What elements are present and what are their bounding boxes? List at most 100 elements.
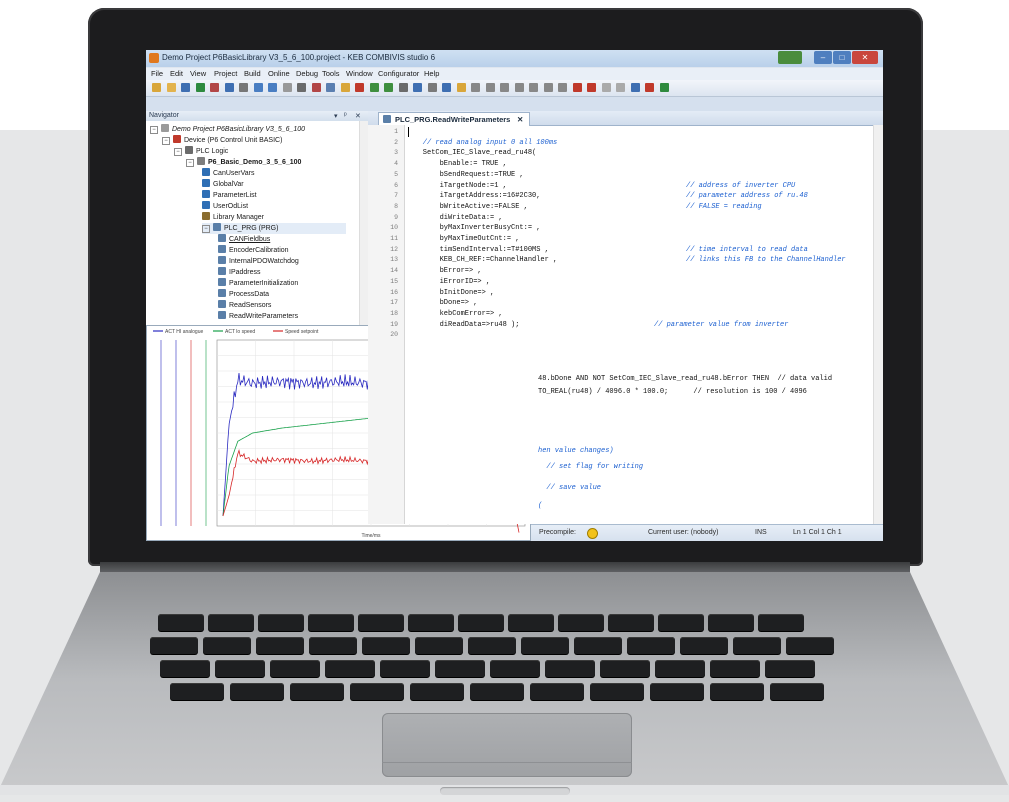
navigator-scrollbar[interactable]	[359, 121, 368, 325]
menu-window[interactable]: Window	[346, 69, 373, 78]
menu-help[interactable]: Help	[424, 69, 439, 78]
tree-item[interactable]: UserOdList	[202, 201, 248, 212]
legend-entry: ACT HI analogue	[165, 329, 203, 335]
tree-item[interactable]: InternalPDOWatchdog	[218, 256, 299, 267]
tree-item[interactable]: − Demo Project P6BasicLibrary V3_5_6_100	[150, 124, 305, 135]
code-editor: PLC_PRG.ReadWriteParameters ✕ 1234567891…	[368, 111, 883, 524]
stop-icon[interactable]	[398, 83, 408, 92]
keyboard-key	[458, 614, 504, 631]
menu-view[interactable]: View	[190, 69, 206, 78]
chart-icon[interactable]	[645, 83, 654, 92]
find-icon[interactable]	[311, 83, 321, 92]
tree-expand-icon[interactable]: −	[162, 137, 170, 145]
tree-item[interactable]: IPaddress	[218, 267, 261, 278]
minimize-button[interactable]: –	[814, 51, 832, 64]
tab-close-icon[interactable]: ✕	[517, 115, 523, 124]
tree-item[interactable]: − PLC Logic	[174, 146, 228, 157]
cursor-icon[interactable]	[529, 83, 538, 92]
current-user-label: Current user: (nobody)	[648, 529, 719, 536]
undo-icon[interactable]	[224, 83, 234, 92]
copy-icon[interactable]	[268, 83, 277, 92]
keyboard-key	[170, 683, 224, 700]
tree-expand-icon[interactable]: −	[174, 148, 182, 156]
save-icon[interactable]	[181, 83, 190, 92]
maximize-button[interactable]: □	[833, 51, 851, 64]
step-over-icon[interactable]	[485, 83, 495, 92]
gvl-icon	[202, 201, 210, 209]
prev-icon[interactable]	[558, 83, 567, 92]
menu-file[interactable]: File	[151, 69, 163, 78]
config-icon[interactable]	[659, 83, 669, 92]
error-icon[interactable]	[355, 83, 364, 92]
keyboard-key	[786, 637, 834, 654]
step-into-icon[interactable]	[500, 83, 509, 92]
editor-vertical-scrollbar[interactable]	[873, 125, 883, 524]
keyboard-key	[325, 660, 375, 677]
step-icon[interactable]	[384, 83, 393, 92]
tree-item[interactable]: ReadWriteParameters	[218, 311, 298, 322]
tree-item[interactable]: ParameterInitialization	[218, 278, 298, 289]
watch-icon[interactable]	[456, 83, 466, 92]
tree-item[interactable]: ParameterList	[202, 190, 257, 201]
force-icon[interactable]	[572, 83, 582, 92]
keyboard-key	[203, 637, 251, 654]
redo-icon[interactable]	[239, 83, 248, 92]
write-icon[interactable]	[587, 83, 596, 92]
save-all-icon[interactable]	[195, 83, 205, 92]
paste-icon[interactable]	[282, 83, 292, 92]
trackpad[interactable]	[382, 713, 632, 777]
tree-item[interactable]: Library Manager	[202, 212, 264, 223]
gvl-icon	[202, 168, 210, 176]
tab-plc-prg-readwriteparameters[interactable]: PLC_PRG.ReadWriteParameters ✕	[378, 112, 530, 126]
navigator-menu-button[interactable]: ▾	[334, 112, 338, 120]
close-button[interactable]: ✕	[852, 51, 878, 64]
tree-item[interactable]: EncoderCalibration	[218, 245, 289, 256]
delete-icon[interactable]	[297, 83, 306, 92]
navigator-close-button[interactable]: ✕	[355, 112, 361, 120]
line-number: 12	[390, 245, 398, 253]
run-icon[interactable]	[369, 83, 379, 92]
minimize-to-tray-button[interactable]	[778, 51, 802, 64]
tree-expand-icon[interactable]: −	[150, 126, 158, 134]
tree-item[interactable]: CanUserVars	[202, 168, 255, 179]
menu-tools[interactable]: Tools	[322, 69, 340, 78]
new-file-icon[interactable]	[152, 83, 161, 92]
line-number: 7	[394, 192, 398, 200]
print-icon[interactable]	[210, 83, 219, 92]
function-block-icon	[383, 115, 391, 123]
breakpoint-icon[interactable]	[471, 83, 480, 92]
replace-icon[interactable]	[326, 83, 335, 92]
build-icon[interactable]	[340, 83, 350, 92]
menu-online[interactable]: Online	[268, 69, 290, 78]
menu-edit[interactable]: Edit	[170, 69, 183, 78]
tree-expand-icon[interactable]: −	[186, 159, 194, 167]
menu-configurator[interactable]: Configurator	[378, 69, 419, 78]
keyboard-key	[574, 637, 622, 654]
next-icon[interactable]	[543, 83, 553, 92]
tree-item[interactable]: ProcessData	[218, 289, 269, 300]
unforce-icon[interactable]	[601, 83, 611, 92]
cut-icon[interactable]	[253, 83, 263, 92]
tree-item[interactable]: − P6_Basic_Demo_3_5_6_100	[186, 157, 301, 168]
tree-item[interactable]: − PLC_PRG (PRG)	[202, 223, 346, 234]
step-out-icon[interactable]	[514, 83, 524, 92]
toolbar	[146, 80, 883, 97]
open-file-icon[interactable]	[166, 83, 176, 92]
login-icon[interactable]	[413, 83, 422, 92]
menu-debug[interactable]: Debug	[296, 69, 318, 78]
code-line: bDone=> ,	[406, 299, 478, 308]
tree-expand-icon[interactable]: −	[202, 225, 210, 233]
reset-icon[interactable]	[442, 83, 451, 92]
code-line: kebComError=> ,	[406, 309, 503, 318]
tree-item[interactable]: ReadSensors	[218, 300, 271, 311]
toggle-icon[interactable]	[616, 83, 625, 92]
menu-build[interactable]: Build	[244, 69, 261, 78]
navigator-pin-button[interactable]: ᵖ	[344, 112, 347, 119]
logout-icon[interactable]	[427, 83, 437, 92]
menu-project[interactable]: Project	[214, 69, 237, 78]
tree-item[interactable]: GlobalVar	[202, 179, 244, 190]
trace-icon[interactable]	[630, 83, 640, 92]
precompile-warning-icon[interactable]	[587, 528, 598, 539]
tree-item[interactable]: − Device (P6 Control Unit BASIC)	[162, 135, 282, 146]
tree-item[interactable]: CANFieldbus	[218, 234, 270, 245]
